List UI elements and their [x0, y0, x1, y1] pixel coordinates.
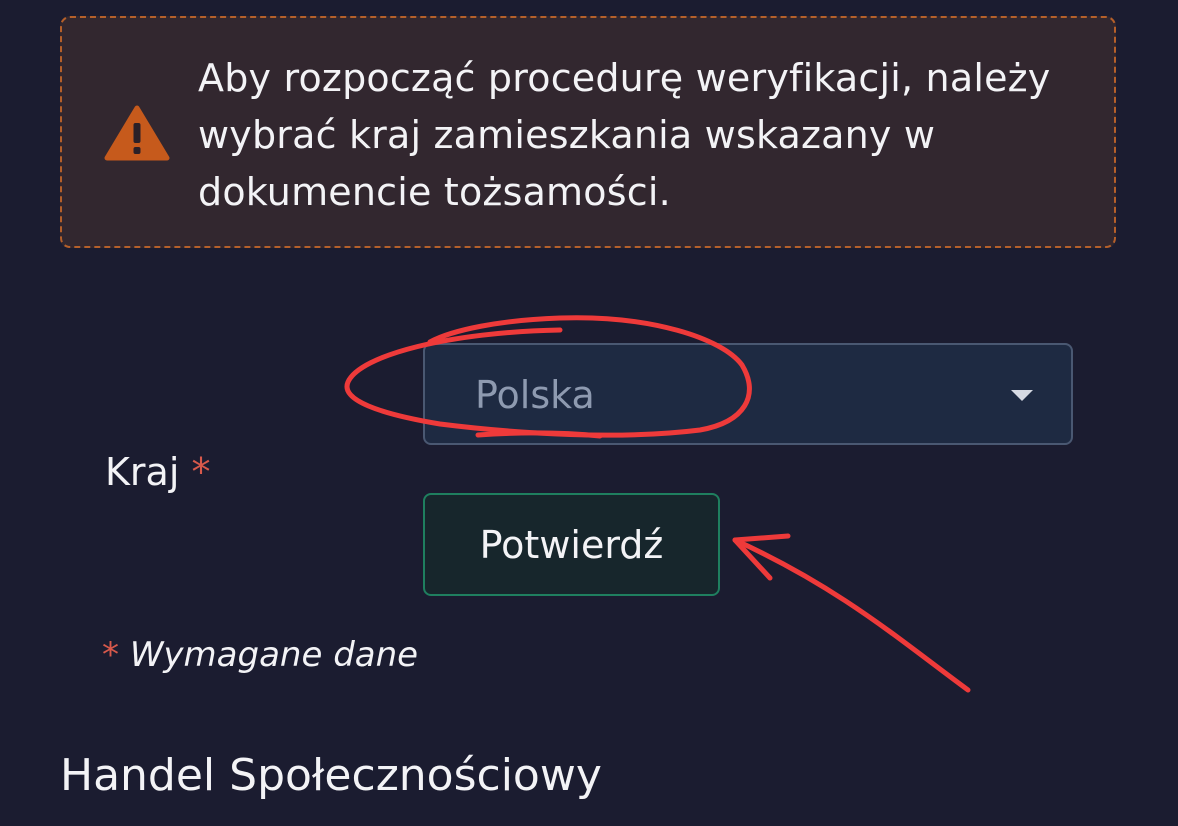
country-field-label: Kraj * [105, 448, 210, 496]
country-select[interactable]: Polska [423, 343, 1073, 445]
country-label-text: Kraj [105, 450, 180, 494]
required-data-note: * Wymagane dane [102, 632, 418, 678]
section-title: Handel Społecznościowy [60, 750, 602, 801]
required-note-star: * [102, 635, 119, 675]
required-note-text: Wymagane dane [129, 635, 419, 675]
page: Aby rozpocząć procedurę weryfikacji, nal… [0, 0, 1178, 826]
confirm-button[interactable]: Potwierdź [423, 493, 720, 596]
country-select-value: Polska [475, 373, 595, 417]
required-star: * [191, 450, 211, 494]
warning-message: Aby rozpocząć procedurę weryfikacji, nal… [198, 56, 1051, 214]
annotation-arrow-head [732, 533, 791, 581]
annotation-arrow [732, 537, 971, 693]
chevron-down-icon [1011, 390, 1033, 401]
warning-triangle-icon [104, 105, 170, 161]
